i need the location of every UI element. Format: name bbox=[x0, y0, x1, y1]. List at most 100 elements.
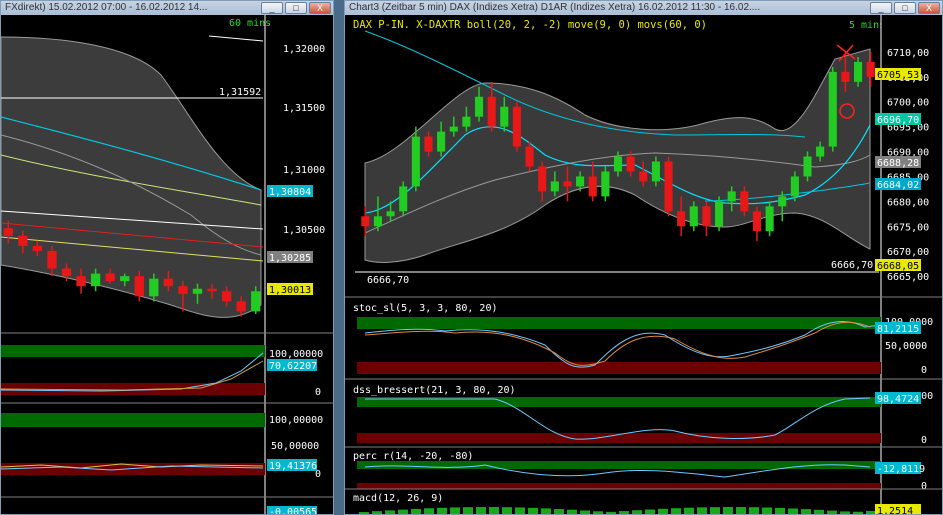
candle-body bbox=[639, 171, 648, 182]
candle-body bbox=[90, 273, 101, 287]
left-chart-window[interactable]: FXdirekt) 15.02.2012 07:00 - 16.02.2012 … bbox=[0, 0, 334, 515]
macd-bar bbox=[541, 508, 551, 514]
dss-label: dss_bressert(21, 3, 80, 20) bbox=[353, 385, 516, 396]
macd-bar bbox=[723, 507, 733, 514]
left-panel1-tick: 0 bbox=[315, 387, 321, 398]
candle-body bbox=[613, 156, 623, 172]
left-axis-tick: 1,31500 bbox=[283, 103, 325, 114]
candle-body bbox=[163, 278, 174, 287]
candle-body bbox=[702, 206, 711, 227]
macd-bar bbox=[827, 510, 837, 514]
stoc-tick: 50,0000 bbox=[885, 341, 927, 352]
minimize-button[interactable]: _ bbox=[261, 2, 283, 14]
candle-body bbox=[500, 106, 509, 127]
left-timeframe-label: 60 mins bbox=[229, 18, 271, 29]
candle-body bbox=[449, 126, 458, 132]
candle-body bbox=[61, 268, 72, 277]
candle-body bbox=[664, 161, 673, 212]
left-yellow-tag: 1,30013 bbox=[269, 285, 311, 296]
candle-body bbox=[474, 96, 484, 117]
candle-body bbox=[361, 216, 370, 227]
left-panel3-tag: -0,00565 bbox=[269, 507, 317, 515]
maximize-button[interactable]: □ bbox=[894, 2, 916, 14]
right-low-label-left: 6666,70 bbox=[367, 275, 409, 286]
macd-bar bbox=[632, 510, 642, 514]
candle-body bbox=[689, 206, 698, 227]
left-chart-canvas[interactable]: 60 mins 1,32000 1,31500 1,31000 1,30500 … bbox=[1, 15, 334, 515]
left-panel2-tick: 100,00000 bbox=[269, 415, 323, 426]
macd-bar bbox=[450, 507, 460, 514]
macd-bar bbox=[476, 507, 486, 514]
candle-body bbox=[76, 276, 86, 287]
candle-body bbox=[752, 211, 762, 232]
macd-bar bbox=[463, 507, 473, 514]
macd-bar bbox=[788, 508, 798, 514]
candle-body bbox=[437, 131, 446, 152]
macd-bar bbox=[489, 507, 499, 514]
macd-bar bbox=[801, 509, 811, 514]
candle-body bbox=[32, 245, 43, 251]
stoc-label: stoc_sl(5, 3, 3, 80, 20) bbox=[353, 303, 498, 314]
candle-body bbox=[550, 181, 559, 192]
left-title-bar[interactable]: FXdirekt) 15.02.2012 07:00 - 16.02.2012 … bbox=[1, 1, 333, 15]
stoc-tag: 81,2115 bbox=[877, 324, 919, 335]
maximize-button[interactable]: □ bbox=[285, 2, 307, 14]
macd-tag: 1,2514 bbox=[877, 506, 913, 515]
right-chart-window[interactable]: Chart3 (Zeitbar 5 min) DAX (Indizes Xetr… bbox=[344, 0, 943, 515]
candle-body bbox=[740, 191, 749, 212]
left-panel2-tick: 50,00000 bbox=[271, 441, 319, 452]
candle-body bbox=[828, 71, 837, 147]
right-lower-tag: 6668,05 bbox=[877, 261, 919, 272]
close-button[interactable]: X bbox=[309, 2, 331, 14]
candle-body bbox=[538, 166, 547, 192]
candle-body bbox=[251, 291, 261, 312]
close-button[interactable]: X bbox=[918, 2, 940, 14]
macd-bar bbox=[398, 509, 408, 514]
left-panel2-tag: 19,41376 bbox=[269, 461, 317, 472]
macd-bar bbox=[528, 507, 538, 514]
left-gray-tag: 1,30285 bbox=[269, 253, 311, 264]
right-chart-canvas[interactable]: DAX P-IN. X-DAXTR boll(20, 2, -2) move(9… bbox=[345, 15, 943, 515]
left-axis-tick: 1,31000 bbox=[283, 165, 325, 176]
right-axis-tick: 6680,00 bbox=[887, 197, 929, 208]
macd-bar bbox=[645, 509, 655, 514]
macd-bar bbox=[814, 509, 824, 514]
macd-bar bbox=[775, 507, 785, 514]
dss-tag: 98,4724 bbox=[877, 394, 919, 405]
candle-body bbox=[765, 206, 774, 232]
stoc-tick: 0 bbox=[921, 365, 927, 376]
candle-body bbox=[236, 301, 246, 312]
macd-bar bbox=[684, 507, 694, 514]
right-header-label: DAX P-IN. X-DAXTR boll(20, 2, -2) move(9… bbox=[353, 19, 707, 31]
macd-bar bbox=[567, 509, 577, 514]
candle-body bbox=[727, 191, 736, 202]
candle-body bbox=[149, 278, 159, 297]
candle-body bbox=[816, 146, 825, 157]
candle-body bbox=[386, 211, 395, 217]
macd-bar bbox=[671, 508, 681, 514]
candle-body bbox=[790, 176, 799, 197]
macd-bar bbox=[749, 507, 759, 514]
candle-body bbox=[462, 116, 471, 127]
candle-body bbox=[525, 146, 534, 167]
candle-body bbox=[563, 181, 572, 187]
candle-body bbox=[588, 176, 597, 197]
left-axis-tick: 1,30500 bbox=[283, 225, 325, 236]
candle-body bbox=[866, 61, 875, 77]
window-divider[interactable] bbox=[334, 0, 344, 515]
candle-body bbox=[134, 276, 144, 297]
right-movs-tag: 6684,02 bbox=[877, 180, 919, 191]
right-low-label-right: 6666,70 bbox=[831, 260, 873, 271]
candle-body bbox=[178, 286, 188, 294]
macd-bar bbox=[424, 508, 434, 514]
minimize-button[interactable]: _ bbox=[870, 2, 892, 14]
left-panel1-tag: 70,62207 bbox=[269, 361, 317, 372]
macd-bar bbox=[840, 511, 850, 514]
left-axis-tick: 1,32000 bbox=[283, 44, 325, 55]
right-window-title: Chart3 (Zeitbar 5 min) DAX (Indizes Xetr… bbox=[349, 2, 761, 13]
macd-bar bbox=[411, 508, 421, 514]
right-timeframe-label: 5 mins bbox=[849, 20, 885, 31]
macd-bar bbox=[658, 508, 668, 514]
right-title-bar[interactable]: Chart3 (Zeitbar 5 min) DAX (Indizes Xetr… bbox=[345, 1, 942, 15]
candle-body bbox=[487, 96, 496, 127]
